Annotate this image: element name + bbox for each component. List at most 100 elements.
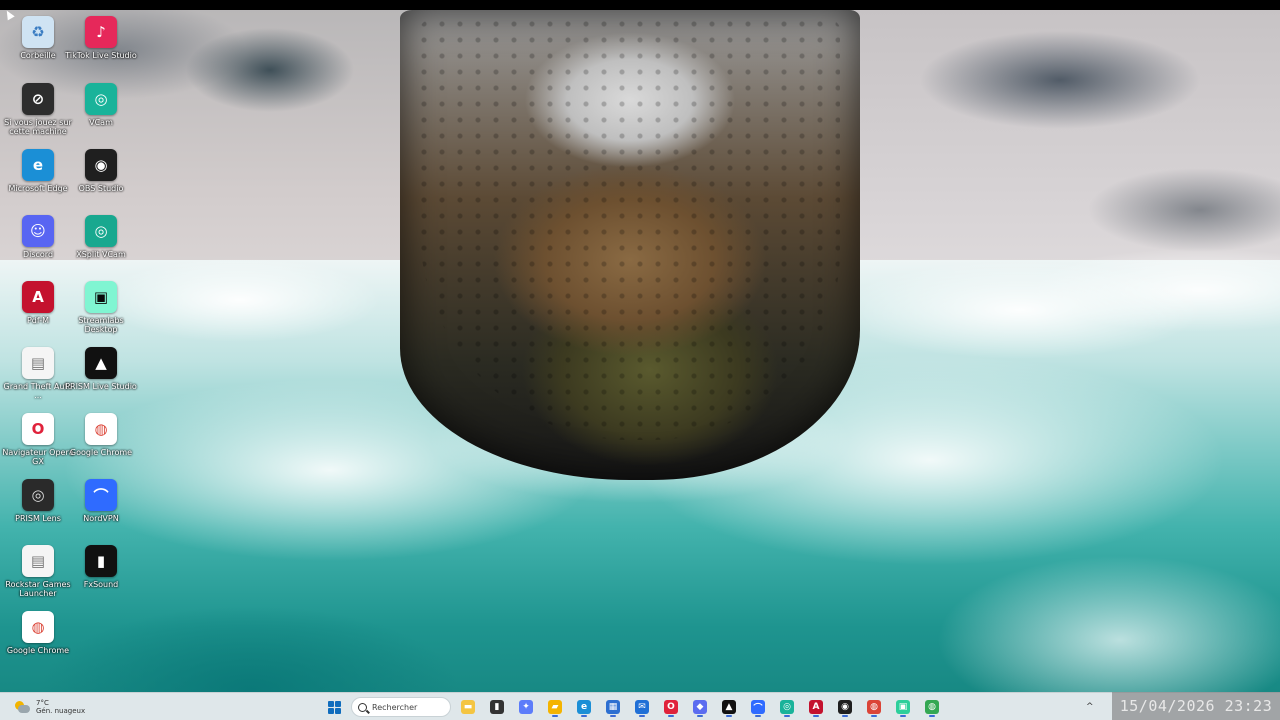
weather-widget[interactable]: 7°C Gén. nuageux xyxy=(14,696,85,718)
taskbar-app-store[interactable]: ▦ xyxy=(601,696,625,718)
obs-studio-icon: ◉ xyxy=(85,149,117,181)
taskbar-app-task-view[interactable]: ▮ xyxy=(485,696,509,718)
taskbar-app-mail[interactable]: ✉ xyxy=(630,696,654,718)
desktop-icon-label: OBS Studio xyxy=(78,184,124,193)
taskbar-app-nordvpn[interactable]: ⌒ xyxy=(746,696,770,718)
microsoft-edge-icon: e xyxy=(22,149,54,181)
desktop-icon-label: NordVPN xyxy=(83,514,119,523)
desktop-icon-label: Rockstar Games Launcher xyxy=(5,580,71,598)
tray-overflow-chevron-icon[interactable]: ^ xyxy=(1086,702,1094,712)
taskbar-search[interactable]: Rechercher xyxy=(351,697,451,717)
google-chrome-icon: ◍ xyxy=(867,700,881,714)
taskbar-app-explorer[interactable]: ▰ xyxy=(543,696,567,718)
taskbar-app-chrome[interactable]: ◍ xyxy=(862,696,886,718)
microsoft-edge-icon: e xyxy=(577,700,591,714)
taskbar-app-streamlabs[interactable]: ▣ xyxy=(891,696,915,718)
desktop-icon-chrome-2[interactable]: ◍ Google Chrome xyxy=(2,611,74,675)
partly-cloudy-icon xyxy=(14,700,30,714)
taskbar-app-vcam[interactable]: ◎ xyxy=(775,696,799,718)
desktop-icon-label: FxSound xyxy=(83,580,119,589)
desktop-icon-label: Google Chrome xyxy=(69,448,133,457)
windows-logo-icon xyxy=(327,700,341,714)
desktop-icon-label: Pdf-M xyxy=(26,316,50,325)
task-view-icon: ▮ xyxy=(490,700,504,714)
desktop-icon-label: PRISM Live Studio xyxy=(65,382,137,391)
desktop-icon-fxsound[interactable]: ▮ FxSound xyxy=(65,545,137,609)
desktop-icon-label: Corbeille xyxy=(20,51,56,60)
desktop-icon-tiktok[interactable]: ♪ TikTok Live Studio xyxy=(65,16,137,80)
taskbar-center: Rechercher ▬ ▮ ✦ ▰ e ▦ ✉ O ◆ ▲ ⌒ ◎ A ◉ ◍ ▣ ◍ xyxy=(322,695,944,719)
streamlabs-icon: ▣ xyxy=(896,700,910,714)
weather-condition: Gén. nuageux xyxy=(36,707,86,715)
pdf-app-icon: A xyxy=(809,700,823,714)
desktop-icon-label: PRISM Lens xyxy=(15,514,61,523)
desktop-icon-prism[interactable]: ▲ PRISM Live Studio xyxy=(65,347,137,411)
nordvpn-icon: ⌒ xyxy=(751,700,765,714)
desktop-icon-chrome[interactable]: ◍ Google Chrome xyxy=(65,413,137,477)
desktop-icon-gta[interactable]: ▤ Grand Theft Auto ... xyxy=(2,347,74,411)
datetime-overlay: 15/04/2026 23:23 xyxy=(1112,692,1280,720)
microsoft-store-icon: ▦ xyxy=(606,700,620,714)
desktop-icon-rockstar[interactable]: ▤ Rockstar Games Launcher xyxy=(2,545,74,609)
desktop-icon-label: Grand Theft Auto ... xyxy=(3,382,73,400)
document-icon: ▤ xyxy=(22,347,54,379)
fxsound-icon: ▮ xyxy=(85,545,117,577)
prism-live-studio-icon: ▲ xyxy=(722,700,736,714)
desktop-icon-discord[interactable]: ☺ Discord xyxy=(2,215,74,279)
weather-temp: 7°C xyxy=(36,699,49,707)
vcam-icon: ◎ xyxy=(85,83,117,115)
taskbar-app-opera[interactable]: O xyxy=(659,696,683,718)
desktop-icon-prism-lens[interactable]: ◎ PRISM Lens xyxy=(2,479,74,543)
desktop-icon-grid: ♻ Corbeille ♪ TikTok Live Studio ⊘ Si vo… xyxy=(0,12,140,692)
search-icon xyxy=(358,702,367,712)
vcam-icon: ◎ xyxy=(780,700,794,714)
mail-icon: ✉ xyxy=(635,700,649,714)
taskbar-app-edge[interactable]: e xyxy=(572,696,596,718)
app-icon: ◆ xyxy=(693,700,707,714)
folder-icon: ▬ xyxy=(461,700,475,714)
folder-icon: ▰ xyxy=(548,700,562,714)
desktop-icon-obs[interactable]: ◉ OBS Studio xyxy=(65,149,137,213)
desktop-icon-label: VCam xyxy=(89,118,113,127)
desktop-icon-edge[interactable]: e Microsoft Edge xyxy=(2,149,74,213)
taskbar-app-prism[interactable]: ▲ xyxy=(717,696,741,718)
desktop-icon-opera[interactable]: O Navigateur Opera GX xyxy=(2,413,74,477)
desktop-icon-label: Microsoft Edge xyxy=(8,184,68,193)
desktop-icon-faceit[interactable]: ⊘ Si vous jouez sur cette machine xyxy=(2,83,74,147)
desktop-icon-xsplit[interactable]: ◎ XSplit VCam xyxy=(65,215,137,279)
taskbar-app-chrome-profile[interactable]: ◍ xyxy=(920,696,944,718)
recycle-bin-icon: ♻ xyxy=(22,16,54,48)
desktop-icon-corbeille[interactable]: ♻ Corbeille xyxy=(2,16,74,80)
pdf-app-icon: A xyxy=(22,281,54,313)
streamlabs-icon: ▣ xyxy=(85,281,117,313)
desktop-icon-label: Google Chrome xyxy=(6,646,70,655)
obs-studio-icon: ◉ xyxy=(838,700,852,714)
taskbar-app-obs[interactable]: ◉ xyxy=(833,696,857,718)
google-chrome-icon: ◍ xyxy=(85,413,117,445)
desktop-icon-label: Si vous jouez sur cette machine xyxy=(4,118,72,136)
desktop-icon-vcam[interactable]: ◎ VCam xyxy=(65,83,137,147)
xsplit-vcam-icon: ◎ xyxy=(85,215,117,247)
opera-gx-icon: O xyxy=(664,700,678,714)
prism-lens-icon: ◎ xyxy=(22,479,54,511)
copilot-icon: ✦ xyxy=(519,700,533,714)
wallpaper xyxy=(0,0,1280,720)
desktop-icon-nordvpn[interactable]: ⌒ NordVPN xyxy=(65,479,137,543)
taskbar-app-copilot[interactable]: ✦ xyxy=(514,696,538,718)
desktop-icon-label: Discord xyxy=(22,250,54,259)
google-chrome-icon: ◍ xyxy=(925,700,939,714)
system-tray: ^ xyxy=(1086,697,1094,717)
start-button[interactable] xyxy=(322,696,346,718)
top-black-strip xyxy=(0,0,1280,10)
prism-live-studio-icon: ▲ xyxy=(85,347,117,379)
taskbar-pinned-apps: ▬ ▮ ✦ ▰ e ▦ ✉ O ◆ ▲ ⌒ ◎ A ◉ ◍ ▣ ◍ xyxy=(456,696,944,718)
desktop-icon-pdf[interactable]: A Pdf-M xyxy=(2,281,74,345)
desktop-icon-streamlabs[interactable]: ▣ Streamlabs Desktop xyxy=(65,281,137,345)
taskbar-app-app-badge[interactable]: ◆ xyxy=(688,696,712,718)
tiktok-live-studio-icon: ♪ xyxy=(85,16,117,48)
desktop-icon-label: Streamlabs Desktop xyxy=(78,316,124,334)
opera-gx-icon: O xyxy=(22,413,54,445)
taskbar-app-file-explorer[interactable]: ▬ xyxy=(456,696,480,718)
taskbar-app-pdf[interactable]: A xyxy=(804,696,828,718)
desktop-icon-label: Navigateur Opera GX xyxy=(2,448,74,466)
